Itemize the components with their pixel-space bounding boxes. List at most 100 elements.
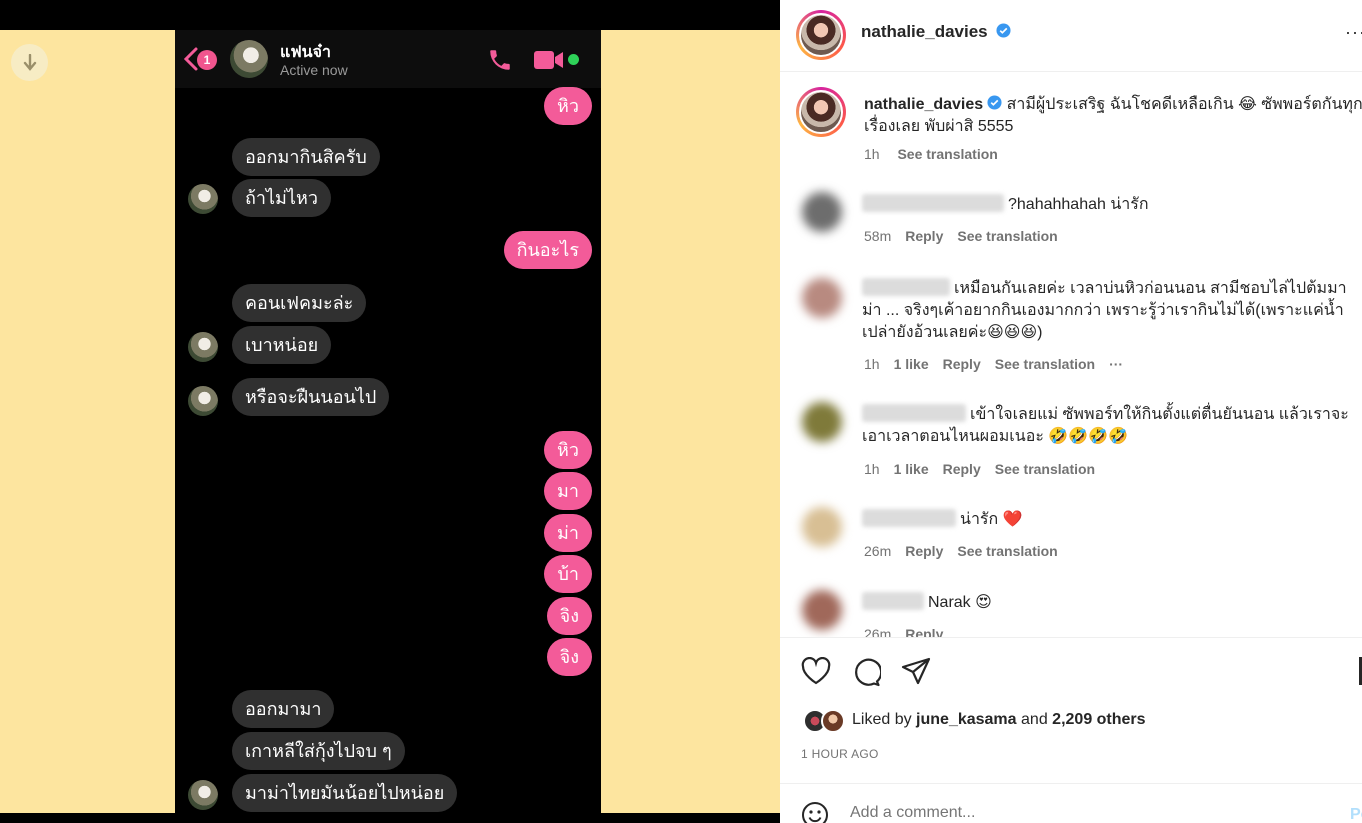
media-bottom-bar bbox=[0, 813, 780, 823]
incoming-message: เกาหลีใส่กุ้งไปจบ ๆ bbox=[232, 732, 405, 770]
comment-time: 58m bbox=[864, 228, 892, 244]
comment-reply-button[interactable]: Reply bbox=[905, 543, 943, 559]
comment-text: ?hahahhahah น่ารัก bbox=[1008, 196, 1149, 213]
outgoing-message: หิว bbox=[544, 87, 592, 125]
post-panel: nathalie_davies ··· nathalie_davies สามี… bbox=[780, 0, 1362, 823]
commenter-username-redacted[interactable] bbox=[862, 592, 924, 610]
comment-meta: 26m Reply bbox=[864, 626, 957, 637]
commenter-avatar[interactable] bbox=[802, 402, 842, 442]
comment-input[interactable] bbox=[850, 804, 1250, 822]
author-username-text[interactable]: nathalie_davies bbox=[861, 22, 988, 41]
sender-avatar[interactable] bbox=[188, 184, 218, 214]
commenter-username-redacted[interactable] bbox=[862, 278, 950, 296]
incoming-message: เบาหน่อย bbox=[232, 326, 332, 364]
media-left-background bbox=[0, 30, 175, 813]
heart-icon[interactable] bbox=[801, 657, 831, 685]
media-right-background bbox=[601, 30, 780, 813]
comment-more-icon[interactable]: ··· bbox=[1109, 356, 1123, 372]
download-icon[interactable] bbox=[11, 44, 48, 81]
incoming-message: คอนเฟคมะล่ะ bbox=[232, 284, 367, 322]
outgoing-message: จิง bbox=[546, 638, 592, 676]
commenter-avatar[interactable] bbox=[802, 278, 842, 318]
comment-likes[interactable]: 1 like bbox=[894, 461, 929, 477]
more-options-icon[interactable]: ··· bbox=[1345, 22, 1362, 43]
video-camera-icon[interactable] bbox=[533, 49, 565, 71]
comment-time: 26m bbox=[864, 626, 892, 637]
commenter-username-redacted[interactable] bbox=[862, 194, 1004, 212]
comment-meta: 26m Reply See translation bbox=[864, 543, 1072, 559]
outgoing-message: บ้า bbox=[544, 555, 592, 593]
comment-reply-button[interactable]: Reply bbox=[905, 626, 943, 637]
sender-avatar[interactable] bbox=[188, 332, 218, 362]
emoji-icon[interactable] bbox=[801, 801, 829, 823]
comment: ?hahahhahah น่ารัก bbox=[862, 194, 1362, 216]
comment-meta: 1h 1 like Reply See translation ··· bbox=[864, 356, 1137, 372]
comment-time: 26m bbox=[864, 543, 892, 559]
outgoing-message: จิง bbox=[546, 597, 592, 635]
comment-see-translation[interactable]: See translation bbox=[957, 543, 1057, 559]
comment-reply-button[interactable]: Reply bbox=[905, 228, 943, 244]
comment-likes[interactable]: 1 like bbox=[894, 356, 929, 372]
liked-avatar[interactable] bbox=[821, 709, 845, 733]
commenter-avatar[interactable] bbox=[802, 507, 842, 547]
liked-by-others[interactable]: 2,209 others bbox=[1052, 711, 1145, 728]
chat-header: 1 แฟนจ๋า Active now bbox=[175, 30, 601, 88]
incoming-message: ออกมามา bbox=[232, 690, 335, 728]
post-media: 1 แฟนจ๋า Active now หิว ออกมากินสิครับ ถ้า… bbox=[0, 0, 780, 823]
unread-badge: 1 bbox=[197, 50, 217, 70]
caption-username[interactable]: nathalie_davies bbox=[864, 96, 983, 113]
share-icon[interactable] bbox=[901, 657, 931, 685]
post-time: 1 HOUR AGO bbox=[801, 747, 879, 761]
add-comment-bar: Post bbox=[780, 783, 1362, 823]
comment-time: 1h bbox=[864, 356, 880, 372]
phone-icon[interactable] bbox=[487, 47, 513, 73]
online-status-dot bbox=[568, 54, 579, 65]
caption-time: 1h bbox=[864, 146, 880, 162]
caption: nathalie_davies สามีผู้ประเสริฐ ฉันโชคดี… bbox=[864, 94, 1362, 138]
comment-meta: 1h 1 like Reply See translation bbox=[864, 461, 1109, 477]
outgoing-message: มา bbox=[544, 472, 592, 510]
author-avatar[interactable] bbox=[796, 10, 846, 60]
commenter-avatar[interactable] bbox=[802, 590, 842, 630]
verified-badge-icon bbox=[996, 23, 1011, 38]
chat-screenshot: 1 แฟนจ๋า Active now หิว ออกมากินสิครับ ถ้า… bbox=[175, 30, 601, 813]
liked-by-prefix: Liked by bbox=[852, 711, 912, 728]
comment-reply-button[interactable]: Reply bbox=[943, 461, 981, 477]
post-comment-button[interactable]: Post bbox=[1350, 806, 1362, 823]
caption-meta: 1h See translation bbox=[864, 146, 1012, 162]
incoming-message: ออกมากินสิครับ bbox=[232, 138, 380, 176]
likes-summary: Liked by june_kasama and 2,209 others bbox=[852, 711, 1146, 729]
comment-reply-button[interactable]: Reply bbox=[943, 356, 981, 372]
post-actions: Liked by june_kasama and 2,209 others 1 … bbox=[780, 637, 1362, 783]
commenter-username-redacted[interactable] bbox=[862, 509, 956, 527]
comment-see-translation[interactable]: See translation bbox=[995, 356, 1095, 372]
comment: เหมือนกันเลยค่ะ เวลาบ่นหิวก่อนนอน สามีชอ… bbox=[862, 278, 1362, 344]
comments-area[interactable]: nathalie_davies สามีผู้ประเสริฐ ฉันโชคดี… bbox=[780, 73, 1362, 637]
commenter-avatar[interactable] bbox=[802, 192, 842, 232]
post-header: nathalie_davies ··· bbox=[780, 0, 1362, 72]
comment-see-translation[interactable]: See translation bbox=[995, 461, 1095, 477]
comment: เข้าใจเลยแม่ ซัพพอร์ทให้กินตั้งแต่ตื่นยั… bbox=[862, 404, 1362, 448]
author-username[interactable]: nathalie_davies bbox=[861, 22, 1011, 42]
liked-by-and: and bbox=[1021, 711, 1048, 728]
outgoing-message: กินอะไร bbox=[503, 231, 592, 269]
comment-meta: 58m Reply See translation bbox=[864, 228, 1072, 244]
sender-avatar[interactable] bbox=[188, 386, 218, 416]
caption-author-avatar[interactable] bbox=[796, 87, 846, 137]
outgoing-message: ม่า bbox=[544, 514, 592, 552]
sender-avatar[interactable] bbox=[188, 780, 218, 810]
caption-see-translation[interactable]: See translation bbox=[897, 146, 997, 162]
contact-avatar[interactable] bbox=[230, 40, 268, 78]
comment-time: 1h bbox=[864, 461, 880, 477]
incoming-message: มาม่าไทยมันน้อยไปหน่อย bbox=[232, 774, 458, 812]
comment: น่ารัก ❤️ bbox=[862, 509, 1362, 531]
comment-see-translation[interactable]: See translation bbox=[957, 228, 1057, 244]
comment-text: น่ารัก ❤️ bbox=[960, 511, 1023, 528]
commenter-username-redacted[interactable] bbox=[862, 404, 966, 422]
comment-text: Narak 😍 bbox=[928, 594, 992, 611]
comment: Narak 😍 bbox=[862, 592, 1362, 614]
liked-by-user[interactable]: june_kasama bbox=[916, 711, 1017, 728]
media-top-bar bbox=[0, 0, 780, 30]
comment-icon[interactable] bbox=[851, 657, 881, 687]
verified-badge-icon bbox=[987, 95, 1002, 110]
